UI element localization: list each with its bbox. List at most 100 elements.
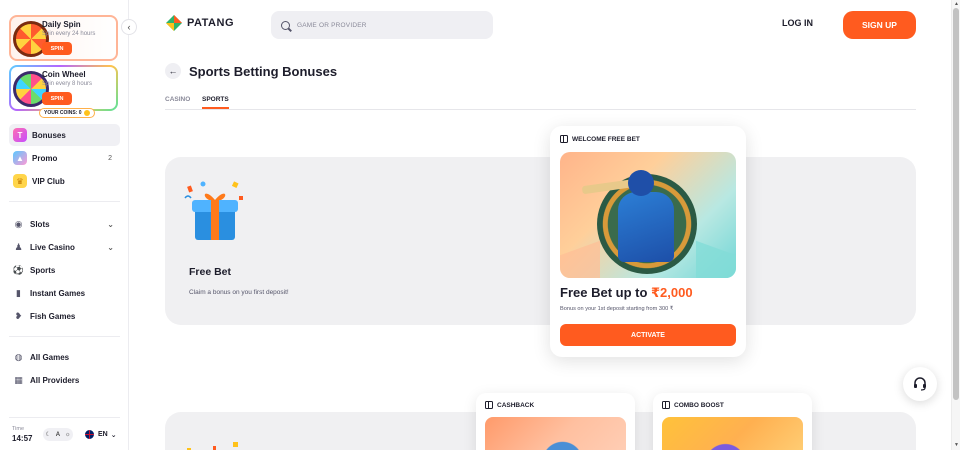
sports-icon: ⚽ (12, 264, 25, 275)
language-label: EN (98, 431, 108, 438)
coin-wheel-spin-button[interactable]: SPIN (42, 92, 72, 105)
decor-pillar (560, 240, 600, 278)
sidebar-item-label: Slots (30, 219, 50, 229)
app-root: Daily Spin Spin every 24 hours SPIN Coin… (0, 0, 960, 450)
coin-wheel-subtitle: Spin every 8 hours (42, 81, 93, 87)
free-bet-card-description: Bonus on your 1st deposit starting from … (560, 306, 674, 312)
chevron-down-icon: ⌄ (110, 431, 117, 439)
tab-casino[interactable]: CASINO (165, 96, 190, 107)
theme-toggle[interactable]: ☾ A ☼ (43, 428, 73, 441)
sun-icon: ☼ (65, 431, 71, 438)
logo-text: PATANG (187, 17, 234, 29)
confetti-icon (187, 442, 238, 450)
headline-text: Free Bet up to (560, 285, 652, 300)
login-button[interactable]: LOG IN (782, 18, 813, 28)
daily-spin-card[interactable]: Daily Spin Spin every 24 hours SPIN (9, 15, 118, 61)
promo-count-badge: 2 (108, 154, 112, 162)
instant-games-icon: ▮ (16, 287, 21, 298)
headline-amount: ₹2,000 (651, 285, 693, 300)
sidebar-divider (9, 201, 120, 202)
combo-boost-card[interactable]: COMBO BOOST (653, 393, 812, 450)
live-casino-icon: ♟ (14, 241, 23, 252)
coin-icon (83, 110, 90, 116)
search-bar[interactable] (271, 11, 493, 39)
sidebar-divider (9, 417, 120, 418)
sidebar-item-fish-games[interactable]: ❥ Fish Games (9, 305, 120, 327)
scroll-down-arrow-icon[interactable]: ▼ (952, 442, 960, 448)
daily-spin-title: Daily Spin (42, 20, 81, 29)
headset-icon (914, 377, 926, 391)
bonus-icon: T (13, 128, 27, 142)
sidebar-item-label: Live Casino (30, 242, 75, 252)
sidebar-item-promo[interactable]: ▲ Promo 2 (9, 147, 120, 169)
free-bet-description: Claim a bonus on you first deposit! (189, 289, 289, 296)
sidebar-item-label: Instant Games (30, 288, 86, 298)
tab-sports[interactable]: SPORTS (202, 96, 229, 109)
cashback-image (485, 417, 626, 450)
search-icon (281, 20, 290, 30)
card-header-label: COMBO BOOST (674, 401, 724, 409)
sidebar-item-bonuses[interactable]: T Bonuses (9, 124, 120, 146)
scroll-thumb[interactable] (953, 8, 959, 400)
free-bet-title: Free Bet (189, 266, 232, 278)
sidebar-item-vip-club[interactable]: ♛ VIP Club (9, 170, 120, 192)
daily-spin-button[interactable]: SPIN (42, 42, 72, 55)
back-arrow-icon[interactable]: ← (165, 63, 181, 79)
chevron-down-icon[interactable]: ⌄ (107, 220, 114, 229)
daily-spin-subtitle: Spin every 24 hours (42, 31, 96, 37)
slots-icon: ◉ (14, 218, 23, 229)
coins-badge: YOUR COINS: 0 (39, 108, 95, 118)
providers-icon: ▦ (14, 374, 23, 385)
card-header-label: WELCOME FREE BET (572, 135, 640, 143)
sidebar-item-sports[interactable]: ⚽ Sports (9, 259, 120, 281)
sidebar-item-label: VIP Club (32, 176, 65, 186)
gift-icon (662, 401, 670, 409)
gift-icon (560, 135, 568, 143)
card-header-label: CASHBACK (497, 401, 535, 409)
combo-boost-header: COMBO BOOST (662, 401, 724, 409)
all-games-icon: ◍ (14, 351, 23, 362)
combo-boost-image (662, 417, 803, 450)
gift-icon (485, 401, 493, 409)
sidebar: Daily Spin Spin every 24 hours SPIN Coin… (0, 0, 129, 450)
site-logo[interactable]: PATANG (166, 15, 234, 31)
theme-mode-label: A (55, 431, 61, 438)
coin-wheel-card[interactable]: Coin Wheel Spin every 8 hours SPIN YOUR … (9, 65, 118, 118)
scroll-up-arrow-icon[interactable]: ▲ (952, 1, 960, 7)
promo-icon: ▲ (13, 151, 27, 165)
bonus-tabs: CASINO SPORTS (165, 96, 916, 110)
sidebar-item-all-providers[interactable]: ▦ All Providers (9, 369, 120, 391)
signup-button[interactable]: SIGN UP (843, 11, 916, 39)
player-body (618, 192, 674, 262)
crown-icon: ♛ (13, 174, 27, 188)
cricket-player-image (560, 152, 736, 278)
time-label: Time (12, 426, 25, 432)
sidebar-item-label: Bonuses (32, 130, 66, 140)
support-chat-button[interactable] (903, 367, 937, 401)
sidebar-item-slots[interactable]: ◉ Slots ⌄ (9, 213, 120, 235)
fish-icon: ❥ (14, 310, 23, 321)
free-bet-panel (165, 157, 916, 325)
language-select[interactable]: EN ⌄ (84, 429, 117, 440)
gift-box-icon (184, 181, 243, 240)
cashback-card[interactable]: CASHBACK (476, 393, 635, 450)
sidebar-item-live-casino[interactable]: ♟ Live Casino ⌄ (9, 236, 120, 258)
sidebar-item-instant-games[interactable]: ▮ Instant Games (9, 282, 120, 304)
kite-logo-icon (166, 15, 182, 31)
search-input[interactable] (297, 21, 477, 29)
sidebar-item-all-games[interactable]: ◍ All Games (9, 346, 120, 368)
coins-label: YOUR COINS: 0 (44, 110, 82, 116)
sidebar-item-label: Sports (30, 265, 56, 275)
page-scrollbar[interactable]: ▲ ▼ (951, 0, 960, 450)
sidebar-divider (9, 336, 120, 337)
decor-pillar (696, 240, 736, 278)
welcome-free-bet-header: WELCOME FREE BET (560, 135, 640, 143)
activate-button[interactable]: ACTIVATE (560, 324, 736, 346)
sidebar-collapse-button[interactable]: ‹ (121, 19, 137, 35)
sidebar-item-label: Fish Games (30, 311, 76, 321)
chevron-down-icon[interactable]: ⌄ (107, 243, 114, 252)
cashback-header: CASHBACK (485, 401, 534, 409)
sidebar-item-label: Promo (32, 153, 58, 163)
coin-wheel-title: Coin Wheel (42, 70, 86, 79)
moon-icon: ☾ (45, 432, 51, 438)
